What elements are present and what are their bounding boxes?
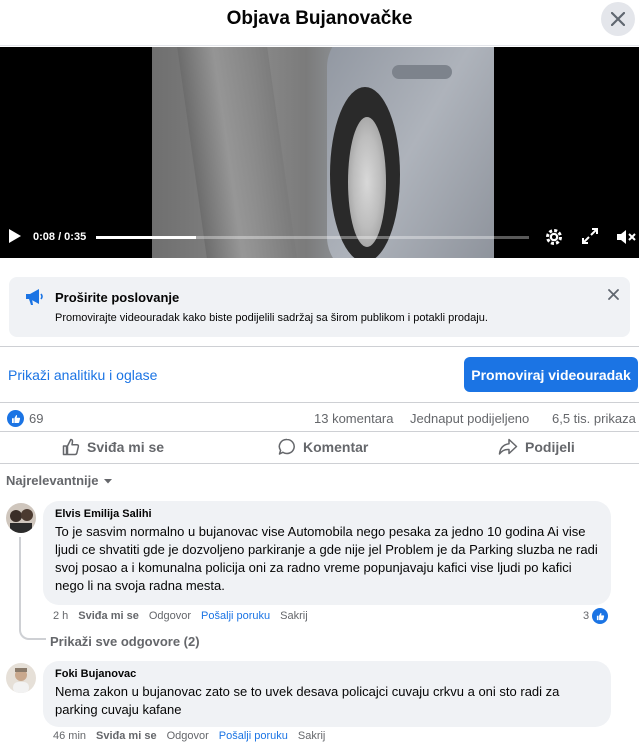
comment-text: To je sasvim normalno u bujanovac vise A… xyxy=(55,524,598,593)
comment-button-label: Komentar xyxy=(303,439,369,455)
comment-author[interactable]: Foki Bujanovac xyxy=(55,668,599,680)
close-icon xyxy=(607,288,619,300)
divider xyxy=(0,346,639,347)
divider xyxy=(0,463,639,464)
fullscreen-icon[interactable] xyxy=(581,227,599,245)
avatar[interactable] xyxy=(6,503,36,533)
avatar[interactable] xyxy=(6,663,36,693)
video-seekbar[interactable] xyxy=(96,236,529,239)
post-actions: Sviđa mi se Komentar Podijeli xyxy=(0,431,639,463)
mute-icon[interactable] xyxy=(615,227,637,247)
view-replies-link[interactable]: Prikaži sve odgovore (2) xyxy=(50,634,200,649)
share-count[interactable]: Jednaput podijeljeno xyxy=(410,411,529,426)
comment-meta: 46 min Sviđa mi se Odgovor Pošalji poruk… xyxy=(53,730,325,742)
video-player[interactable]: 0:08 / 0:35 xyxy=(0,47,639,258)
like-button[interactable]: Sviđa mi se xyxy=(62,438,164,456)
comment-bubble: Elvis Emilija Salihi To je sasvim normal… xyxy=(43,501,611,605)
send-message-button[interactable]: Pošalji poruku xyxy=(219,730,288,742)
promo-close-button[interactable] xyxy=(604,285,622,303)
reply-thread-line xyxy=(19,537,46,640)
comment-reply-button[interactable]: Odgovor xyxy=(149,610,191,622)
promo-title: Proširite poslovanje xyxy=(55,290,180,305)
share-button[interactable]: Podijeli xyxy=(498,438,575,456)
dialog-header: Objava Bujanovačke xyxy=(0,0,639,46)
comment-icon xyxy=(278,438,295,455)
share-icon xyxy=(498,438,518,455)
promo-card: Proširite poslovanje Promovirajte videou… xyxy=(9,277,630,337)
comment-time[interactable]: 46 min xyxy=(53,730,86,742)
sort-label: Najrelevantnije xyxy=(6,473,99,488)
video-time: 0:08 / 0:35 xyxy=(33,231,87,243)
video-progress xyxy=(96,236,196,239)
caret-down-icon xyxy=(103,478,112,483)
view-count: 6,5 tis. prikaza xyxy=(552,411,636,426)
comment-button[interactable]: Komentar xyxy=(278,438,368,456)
comment-meta: 2 h Sviđa mi se Odgovor Pošalji poruku S… xyxy=(53,610,308,622)
video-controls: 0:08 / 0:35 xyxy=(0,220,639,258)
comment-author[interactable]: Elvis Emilija Salihi xyxy=(55,508,599,520)
hide-comment-button[interactable]: Sakrij xyxy=(280,610,308,622)
analytics-link[interactable]: Prikaži analitiku i oglase xyxy=(8,367,157,383)
promo-description: Promovirajte videouradak kako biste podi… xyxy=(55,312,488,324)
comment-like-button[interactable]: Sviđa mi se xyxy=(96,730,157,742)
play-icon[interactable] xyxy=(8,228,22,244)
close-icon xyxy=(611,12,625,26)
share-button-label: Podijeli xyxy=(525,439,575,455)
like-reaction-icon xyxy=(592,608,609,624)
comment-count[interactable]: 13 komentara xyxy=(314,411,394,426)
hide-comment-button[interactable]: Sakrij xyxy=(298,730,326,742)
post-stats: 69 13 komentara Jednaput podijeljeno 6,5… xyxy=(0,405,639,433)
like-reaction-icon[interactable] xyxy=(7,410,24,427)
thumbs-up-icon xyxy=(62,438,80,456)
like-button-label: Sviđa mi se xyxy=(87,439,165,455)
comment-reactions[interactable]: 3 xyxy=(583,608,609,624)
dialog-title: Objava Bujanovačke xyxy=(226,8,413,29)
boost-video-button[interactable]: Promoviraj videouradak xyxy=(464,357,638,392)
like-count[interactable]: 69 xyxy=(29,411,43,426)
settings-icon[interactable] xyxy=(544,227,564,247)
comment-bubble: Foki Bujanovac Nema zakon u bujanovac za… xyxy=(43,661,611,727)
comment-like-button[interactable]: Sviđa mi se xyxy=(78,610,139,622)
comment-time[interactable]: 2 h xyxy=(53,610,68,622)
reaction-count: 3 xyxy=(583,610,590,622)
comment-text: Nema zakon u bujanovac zato se to uvek d… xyxy=(55,684,560,717)
close-button[interactable] xyxy=(601,2,635,36)
comment-sort-dropdown[interactable]: Najrelevantnije xyxy=(6,473,113,488)
megaphone-icon xyxy=(26,289,43,305)
divider xyxy=(0,402,639,403)
comment-reply-button[interactable]: Odgovor xyxy=(167,730,209,742)
send-message-button[interactable]: Pošalji poruku xyxy=(201,610,270,622)
